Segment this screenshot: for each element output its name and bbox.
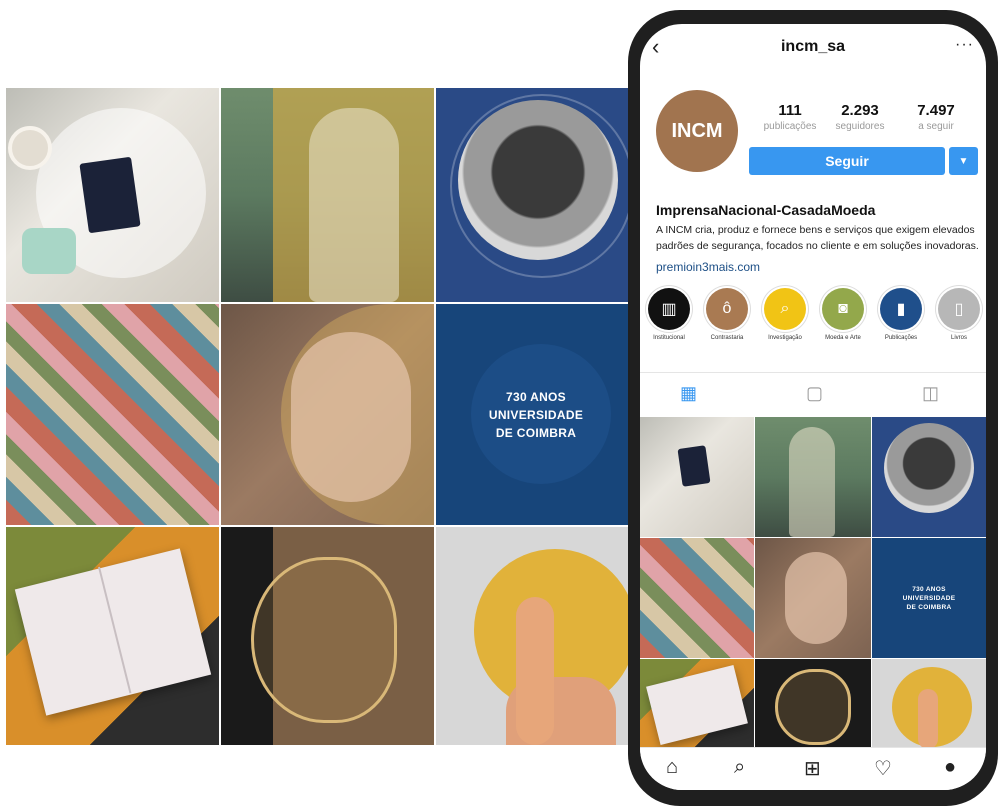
profile-icon[interactable]: ●	[944, 756, 956, 779]
stat-following-value: 7.497	[917, 102, 955, 119]
profile-username: incm_sa	[780, 38, 846, 55]
magnifier-icon: ⌕	[764, 288, 806, 330]
face	[291, 332, 411, 502]
coimbra-line-2: UNIVERSIDADE	[488, 407, 584, 422]
add-post-icon[interactable]: ⊞	[804, 756, 821, 781]
highlight-institucional[interactable]: ▥ Institucional	[642, 288, 696, 342]
post-map-passport[interactable]	[6, 88, 219, 302]
highlight-publicacoes[interactable]: ▮ Publicações	[874, 288, 928, 342]
post-fingerprint[interactable]	[872, 659, 986, 749]
coimbra-text: 730 ANOS UNIVERSIDADE DE COIMBRA	[903, 585, 956, 612]
coimbra-line-2: UNIVERSIDADE	[902, 594, 956, 602]
post-stamps[interactable]	[6, 304, 219, 525]
post-book[interactable]	[640, 659, 754, 749]
highlight-livros[interactable]: ▯ Livros	[932, 288, 986, 342]
stat-following-label: a seguir	[918, 121, 954, 132]
post-filigree[interactable]	[221, 527, 434, 745]
open-book	[646, 665, 748, 745]
post-grid: 730 ANOS UNIVERSIDADE DE COIMBRA	[6, 88, 636, 745]
passport	[79, 156, 141, 234]
ring-icon: ô	[706, 288, 748, 330]
phone-frame: ‹ incm_sa ··· INCM 111 publicações 2.293…	[628, 10, 998, 806]
post-face-recognition[interactable]	[221, 304, 434, 525]
highlight-label: Contrastaria	[710, 335, 744, 341]
post-woman-phone[interactable]	[221, 88, 434, 302]
post-coin[interactable]	[872, 417, 986, 537]
instant-camera	[22, 228, 76, 274]
post-fingerprint[interactable]	[436, 527, 636, 745]
post-woman-phone[interactable]	[755, 417, 871, 537]
post-book[interactable]	[6, 527, 219, 745]
open-book	[14, 548, 212, 716]
home-icon[interactable]: ⌂	[666, 756, 678, 779]
coimbra-text: 730 ANOS UNIVERSIDADE DE COIMBRA	[489, 388, 583, 442]
phone-screen: ‹ incm_sa ··· INCM 111 publicações 2.293…	[640, 24, 986, 790]
bank-icon: ▥	[648, 288, 690, 330]
coimbra-line-1: 730 ANOS	[912, 585, 946, 593]
profile-tabs: ▦ ▢ ◫	[640, 372, 986, 418]
follow-button[interactable]: Seguir	[749, 147, 945, 175]
stat-followers[interactable]: 2.293 seguidores	[820, 102, 900, 132]
post-face-recognition[interactable]	[755, 538, 871, 658]
heart-icon[interactable]: ♡	[874, 756, 892, 781]
stat-posts-label: publicações	[763, 121, 817, 132]
coimbra-line-3: DE COIMBRA	[906, 603, 952, 611]
face	[785, 552, 847, 644]
highlight-label: Livros	[950, 335, 967, 341]
avatar-logo-text: INCM	[671, 119, 723, 142]
highlight-moeda-arte[interactable]: ◙ Moeda e Arte	[816, 288, 870, 342]
stat-followers-value: 2.293	[841, 102, 879, 119]
highlight-label: Institucional	[653, 335, 685, 341]
grid-icon[interactable]: ▦	[680, 383, 697, 404]
woman-with-phone	[789, 427, 835, 537]
finger	[516, 597, 554, 745]
search-icon[interactable]: ⌕	[734, 756, 745, 779]
coin	[458, 100, 618, 260]
book-icon: ▯	[938, 288, 980, 330]
post-coimbra[interactable]: 730 ANOS UNIVERSIDADE DE COIMBRA	[872, 538, 986, 658]
igtv-icon[interactable]: ▢	[806, 383, 823, 404]
coimbra-line-3: DE COIMBRA	[495, 425, 577, 440]
stat-followers-label: seguidores	[835, 121, 885, 132]
post-map-passport[interactable]	[640, 417, 754, 537]
stat-posts[interactable]: 111 publicações	[750, 102, 830, 132]
profile-bio: A INCM cria, produz e fornece bens e ser…	[656, 224, 979, 252]
coin-icon: ◙	[822, 288, 864, 330]
coffee-cup	[8, 126, 52, 170]
coimbra-line-1: 730 ANOS	[506, 389, 566, 404]
profile-link[interactable]: premioin3mais.com	[656, 260, 760, 274]
stat-following[interactable]: 7.497 a seguir	[896, 102, 976, 132]
passport	[677, 445, 711, 487]
book-icon: ▮	[880, 288, 922, 330]
post-filigree[interactable]	[755, 659, 871, 749]
woman-with-phone	[309, 108, 399, 302]
coin	[884, 423, 974, 513]
post-coimbra[interactable]: 730 ANOS UNIVERSIDADE DE COIMBRA	[436, 304, 636, 525]
profile-avatar[interactable]: INCM	[656, 90, 738, 172]
filigree-heart	[251, 557, 397, 723]
highlight-label: Publicações	[884, 335, 918, 341]
highlight-label: Moeda e Arte	[825, 335, 861, 341]
profile-name: ImprensaNacional-CasadaMoeda	[656, 202, 876, 218]
ellipsis-icon[interactable]: ···	[955, 36, 974, 54]
profile-post-grid: 730 ANOS UNIVERSIDADE DE COIMBRA	[640, 417, 986, 749]
stat-posts-value: 111	[778, 102, 802, 119]
filigree-heart	[775, 669, 851, 745]
profile-topbar: ‹ incm_sa ···	[640, 24, 986, 70]
highlight-contrastaria[interactable]: ô Contrastaria	[700, 288, 754, 342]
finger	[918, 689, 938, 749]
highlight-investigacao[interactable]: ⌕ Investigação	[758, 288, 812, 342]
chevron-down-icon[interactable]: ▼	[949, 147, 978, 175]
post-coin[interactable]	[436, 88, 636, 302]
post-stamps[interactable]	[640, 538, 754, 658]
bottom-nav: ⌂ ⌕ ⊞ ♡ ●	[640, 747, 986, 790]
tagged-icon[interactable]: ◫	[922, 383, 939, 404]
highlight-label: Investigação	[768, 335, 802, 341]
